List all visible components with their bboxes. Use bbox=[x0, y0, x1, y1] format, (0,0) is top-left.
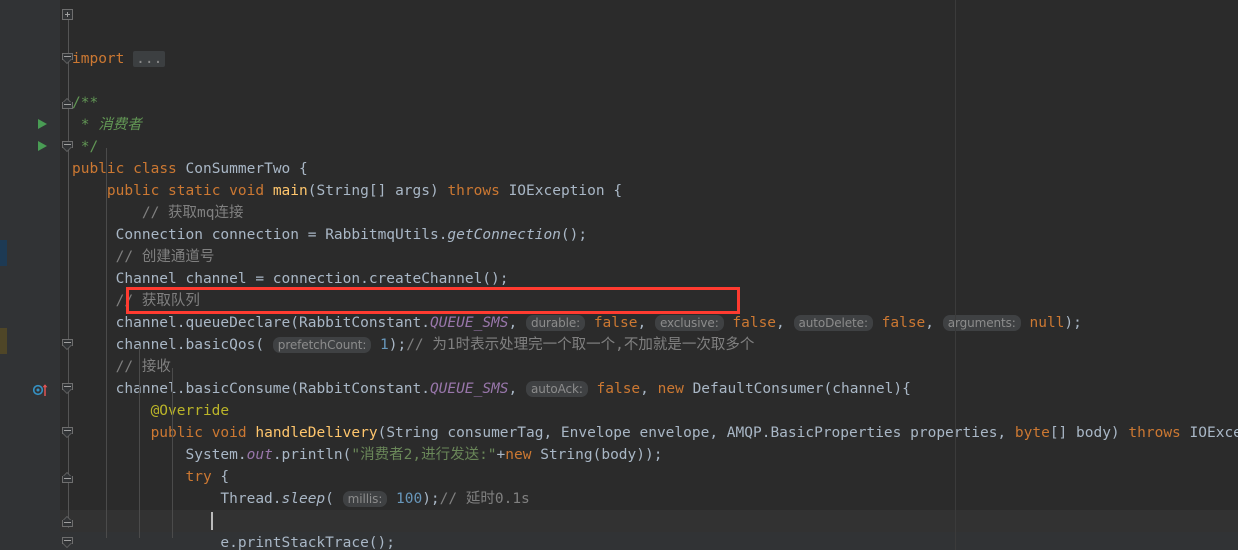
override-method-icon[interactable] bbox=[32, 382, 49, 396]
code-line-26[interactable]: 26 System.out.println("消费者2,进行发送:"+new S… bbox=[0, 400, 1238, 463]
code-editor[interactable]: 4 import ... 9 10 /** 11 * 消费者 12 */ 13 … bbox=[0, 0, 1238, 550]
code-line-10[interactable]: 10 /** bbox=[0, 48, 1238, 111]
fold-expanded-up-icon-l29[interactable] bbox=[62, 471, 73, 483]
fold-expanded-down-icon-l14[interactable] bbox=[62, 141, 73, 153]
code-line-29[interactable]: 29 } catch (InterruptedException e) { bbox=[0, 466, 1238, 529]
code-line-24[interactable]: 24 @Override bbox=[0, 356, 1238, 419]
run-main-method-icon[interactable] bbox=[38, 141, 47, 151]
vcs-marker-olive[interactable] bbox=[0, 328, 7, 354]
code-line-19[interactable]: 19 // 获取队列 bbox=[0, 246, 1238, 309]
code-line-20[interactable]: 20 channel.queueDeclare(RabbitConstant.Q… bbox=[0, 268, 1238, 331]
code-line-4[interactable]: 4 import ... bbox=[0, 4, 1238, 67]
code-line-31[interactable]: 31 } bbox=[0, 510, 1238, 550]
code-line-16[interactable]: 16 Connection connection = RabbitmqUtils… bbox=[0, 180, 1238, 243]
code-line-9[interactable]: 9 bbox=[0, 26, 1238, 67]
code-line-30[interactable]: 30 e.printStackTrace(); bbox=[0, 488, 1238, 550]
vcs-marker-blue[interactable] bbox=[0, 240, 7, 266]
editor-gutter[interactable] bbox=[0, 0, 60, 550]
fold-collapsed-plus-icon[interactable] bbox=[62, 9, 73, 20]
code-line-25[interactable]: 25 public void handleDelivery(String con… bbox=[0, 378, 1238, 441]
code-line-15[interactable]: 15 // 获取mq连接 bbox=[0, 158, 1238, 221]
code-line-27[interactable]: 27 try { bbox=[0, 422, 1238, 485]
code-line-18[interactable]: 18 Channel channel = connection.createCh… bbox=[0, 224, 1238, 287]
fold-connector-line-class bbox=[68, 16, 69, 528]
code-line-21[interactable]: 21 channel.basicQos( prefetchCount: 1);/… bbox=[0, 290, 1238, 353]
fold-expanded-down-icon-l25[interactable] bbox=[62, 383, 73, 395]
fold-expanded-up-icon-l12[interactable] bbox=[62, 97, 73, 109]
code-line-17[interactable]: 17 // 创建通道号 bbox=[0, 202, 1238, 265]
fold-expanded-down-icon-l32[interactable] bbox=[62, 537, 73, 549]
right-margin-guide bbox=[955, 0, 956, 550]
code-line-11[interactable]: 11 * 消费者 bbox=[0, 70, 1238, 133]
run-class-icon[interactable] bbox=[38, 119, 47, 129]
fold-expanded-down-icon-l27[interactable] bbox=[62, 427, 73, 439]
code-line-32[interactable]: 32 //签收消息,确认消息 bbox=[0, 532, 1238, 550]
code-line-23[interactable]: 23 channel.basicConsume(RabbitConstant.Q… bbox=[0, 334, 1238, 397]
indent-guide-3 bbox=[172, 368, 173, 538]
code-line-12[interactable]: 12 */ bbox=[0, 92, 1238, 155]
code-line-14[interactable]: 14 public static void main(String[] args… bbox=[0, 136, 1238, 199]
fold-expanded-down-icon-l23[interactable] bbox=[62, 339, 73, 351]
indent-guide-2 bbox=[139, 346, 140, 538]
code-line-28[interactable]: 28 Thread.sleep( millis: 100);// 延时0.1s bbox=[0, 444, 1238, 507]
indent-guide-1 bbox=[106, 148, 107, 538]
code-line-13[interactable]: 13 public class ConSummerTwo { bbox=[0, 114, 1238, 177]
code-line-22[interactable]: 22 // 接收 bbox=[0, 312, 1238, 375]
fold-expanded-up-icon-l31[interactable] bbox=[62, 515, 73, 527]
fold-expanded-down-icon-l10[interactable] bbox=[62, 53, 73, 65]
text-caret bbox=[211, 512, 213, 530]
